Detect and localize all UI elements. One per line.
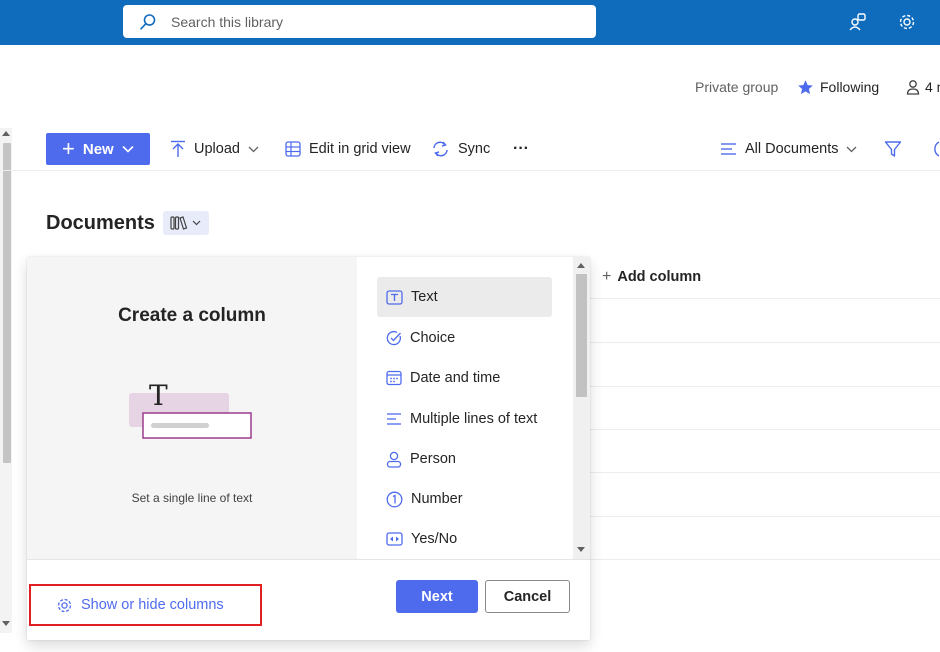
search-placeholder: Search this library xyxy=(171,13,284,30)
column-type-number[interactable]: Number xyxy=(377,479,552,519)
multiline-text-icon xyxy=(387,413,401,425)
column-type-text[interactable]: Text xyxy=(377,277,552,317)
library-view-switch-button[interactable] xyxy=(162,211,209,235)
show-hide-label: Show or hide columns xyxy=(81,597,224,613)
column-type-yes-no[interactable]: Yes/No xyxy=(377,519,552,559)
sync-label: Sync xyxy=(458,141,491,157)
add-column-button[interactable]: + Add column xyxy=(602,268,701,286)
calendar-icon xyxy=(386,370,402,386)
scroll-down-arrow-icon[interactable] xyxy=(577,547,585,552)
sharepoint-library-page: Search this library Private group Follow… xyxy=(0,0,940,652)
panel-footer: Show or hide columns Next Cancel xyxy=(27,559,590,640)
page-title: Documents xyxy=(46,211,155,234)
column-type-label: Date and time xyxy=(410,370,501,386)
column-type-description: Set a single line of text xyxy=(131,491,253,505)
yes-no-icon xyxy=(386,532,403,546)
upload-button[interactable]: Upload xyxy=(170,138,267,160)
column-type-label: Multiple lines of text xyxy=(410,411,538,427)
column-type-date-time[interactable]: Date and time xyxy=(377,358,552,398)
members-button[interactable]: 4 m xyxy=(905,76,940,98)
grid-icon xyxy=(285,141,301,157)
edit-grid-view-button[interactable]: Edit in grid view xyxy=(285,138,411,160)
view-label: All Documents xyxy=(745,141,839,157)
share-app-icon[interactable] xyxy=(848,12,868,32)
gear-icon[interactable] xyxy=(897,12,917,32)
library-books-icon xyxy=(170,216,188,230)
suite-bar: Search this library xyxy=(0,0,940,45)
column-preview: Create a column T Set a single line of t… xyxy=(27,257,357,559)
scroll-up-arrow-icon[interactable] xyxy=(577,263,585,268)
command-bar: + New Upload Edit in grid view Sync ··· … xyxy=(0,128,940,171)
show-hide-columns-link[interactable]: Show or hide columns xyxy=(29,584,262,626)
column-type-multiline-text[interactable]: Multiple lines of text xyxy=(377,399,552,439)
plus-icon: + xyxy=(62,136,75,161)
column-type-label: Person xyxy=(410,451,456,467)
list-divider xyxy=(590,386,940,387)
follow-button[interactable]: Following xyxy=(797,76,879,98)
search-icon xyxy=(140,13,156,30)
list-divider xyxy=(590,429,940,430)
gear-icon xyxy=(57,598,72,612)
number-icon xyxy=(386,491,403,507)
text-field-illustration-icon: T xyxy=(129,379,252,439)
column-type-label: Text xyxy=(411,289,438,305)
upload-icon xyxy=(171,140,185,157)
person-icon xyxy=(906,80,920,95)
sync-button[interactable]: Sync xyxy=(431,138,490,160)
list-view-icon xyxy=(721,143,736,155)
following-label: Following xyxy=(820,79,880,95)
column-type-label: Choice xyxy=(410,330,456,346)
column-type-label: Yes/No xyxy=(411,531,458,547)
list-divider xyxy=(590,516,940,517)
svg-text:T: T xyxy=(149,379,168,412)
chevron-down-icon xyxy=(192,220,201,226)
filter-icon[interactable] xyxy=(884,140,902,158)
list-divider xyxy=(590,472,940,473)
new-button[interactable]: + New xyxy=(46,133,150,165)
column-type-choice[interactable]: Choice xyxy=(377,318,552,358)
more-actions-button[interactable]: ··· xyxy=(513,138,529,160)
list-divider xyxy=(590,298,940,299)
chevron-down-icon xyxy=(847,146,857,152)
plus-icon: + xyxy=(602,268,612,285)
new-label: New xyxy=(82,140,114,158)
person-icon xyxy=(386,451,402,468)
edit-grid-label: Edit in grid view xyxy=(309,141,411,157)
scroll-down-arrow-icon[interactable] xyxy=(2,621,10,626)
group-privacy: Private group xyxy=(695,79,779,95)
chevron-down-icon xyxy=(248,146,259,152)
create-column-panel: Create a column T Set a single line of t… xyxy=(27,257,590,640)
panel-title: Create a column xyxy=(118,305,266,326)
chevron-down-icon xyxy=(122,145,134,153)
type-list-scrollbar[interactable] xyxy=(573,257,590,559)
members-count: 4 m xyxy=(925,79,940,95)
column-type-person[interactable]: Person xyxy=(377,439,552,479)
type-list-scrollbar-thumb[interactable] xyxy=(576,274,587,397)
choice-check-icon xyxy=(386,330,401,346)
add-column-label: Add column xyxy=(617,269,702,285)
text-field-icon xyxy=(386,289,403,305)
column-type-list: Text Choice Date and time Multiple lines… xyxy=(357,257,573,559)
cancel-button[interactable]: Cancel xyxy=(485,580,570,613)
star-icon xyxy=(798,79,813,94)
view-switcher-button[interactable]: All Documents xyxy=(720,138,865,160)
info-icon[interactable] xyxy=(930,140,940,158)
column-type-label: Number xyxy=(411,491,463,507)
library-title-row: Documents xyxy=(46,211,209,235)
next-button[interactable]: Next xyxy=(396,580,478,613)
search-box[interactable]: Search this library xyxy=(123,5,596,38)
sync-icon xyxy=(433,141,448,157)
list-divider xyxy=(590,342,940,343)
list-divider xyxy=(590,559,940,560)
more-ellipsis-icon: ··· xyxy=(513,140,529,157)
upload-label: Upload xyxy=(194,141,240,157)
page-scrollbar-thumb[interactable] xyxy=(3,143,11,463)
